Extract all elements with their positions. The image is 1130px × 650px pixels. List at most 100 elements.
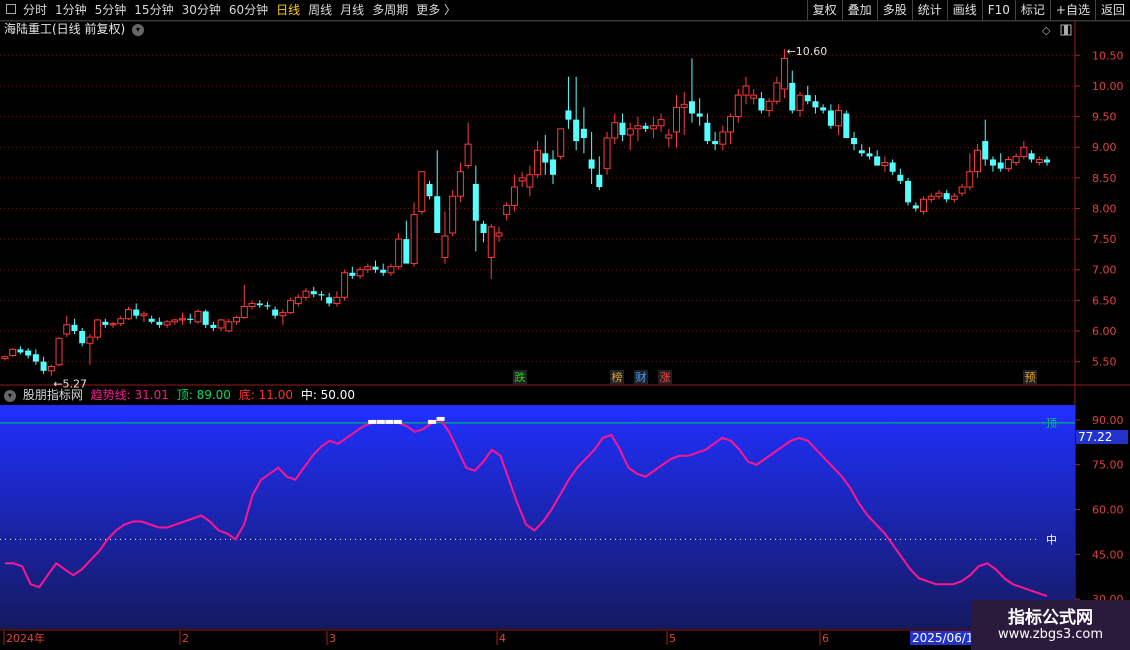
- candle: [665, 134, 673, 139]
- diamond-icon[interactable]: ◇: [1042, 24, 1051, 37]
- candle: [163, 321, 171, 326]
- candle: [712, 141, 719, 145]
- x-tick-label: 5: [669, 632, 676, 645]
- candle: [403, 239, 410, 264]
- bottom-label: 底: 11.00: [238, 388, 293, 402]
- candle: [287, 299, 295, 314]
- candle: [63, 324, 71, 335]
- candle: [696, 113, 703, 117]
- y-tick-label: 8.00: [1092, 202, 1117, 215]
- candle: [734, 94, 742, 118]
- candle: [889, 162, 896, 172]
- candle: [974, 149, 982, 173]
- candle: [812, 101, 819, 108]
- event-marker[interactable]: 跌: [515, 370, 526, 384]
- candle: [950, 195, 958, 200]
- candle: [248, 302, 256, 307]
- top-signal: [376, 419, 385, 424]
- candle: [935, 192, 943, 197]
- candle: [333, 296, 341, 304]
- indicator-background: [0, 405, 1075, 629]
- candle: [503, 204, 511, 216]
- candle: [55, 337, 63, 366]
- candle: [1020, 146, 1028, 157]
- candle: [71, 324, 78, 331]
- candle: [364, 266, 372, 271]
- candle: [171, 319, 179, 323]
- candle: [372, 266, 379, 270]
- candle: [989, 159, 996, 166]
- candle: [518, 177, 526, 182]
- candle: [758, 98, 765, 111]
- y-tick-label: 8.50: [1092, 172, 1117, 185]
- candle: [9, 348, 17, 356]
- event-marker[interactable]: 涨: [660, 371, 671, 384]
- candle: [294, 296, 302, 304]
- candle: [773, 82, 781, 102]
- y-tick-label: 10.00: [1092, 80, 1124, 93]
- trend-label: 趋势线: 31.01: [90, 388, 169, 402]
- ind-y-tick-label: 60.00: [1092, 504, 1124, 517]
- candle: [40, 361, 47, 371]
- candle: [349, 272, 356, 276]
- candle: [827, 110, 834, 126]
- candle: [526, 174, 534, 188]
- candle: [148, 318, 155, 322]
- candle: [117, 318, 125, 325]
- mid-marker-label: 中: [1046, 533, 1057, 546]
- candle: [194, 310, 202, 323]
- candle: [495, 232, 503, 237]
- event-marker[interactable]: 榜: [612, 370, 623, 384]
- candle: [217, 319, 225, 329]
- candle: [565, 110, 572, 120]
- candle: [796, 94, 804, 111]
- candle: [318, 294, 325, 296]
- candle: [673, 106, 681, 133]
- candle: [835, 109, 843, 127]
- candle: [426, 183, 433, 197]
- candle: [1044, 159, 1050, 163]
- candle: [341, 272, 349, 298]
- candle: [487, 226, 495, 258]
- candle: [851, 138, 858, 145]
- ind-y-tick-label: 45.00: [1092, 548, 1124, 561]
- candle: [997, 162, 1004, 169]
- indicator-name: 股朋指标网: [22, 388, 83, 402]
- candle: [449, 195, 457, 234]
- event-marker[interactable]: 预: [1025, 371, 1036, 384]
- candle: [966, 171, 974, 188]
- candle: [1012, 155, 1020, 164]
- chart-area[interactable]: 10.50 10.00 9.50 9.00 8.50 8.00 7.50 7.00 6.50 6.…: [0, 0, 1130, 650]
- candle: [1, 356, 9, 360]
- candle: [1028, 153, 1035, 160]
- candle: [133, 309, 140, 316]
- candle: [704, 122, 711, 142]
- candle: [356, 269, 364, 277]
- candle: [102, 321, 109, 325]
- candle: [79, 330, 86, 344]
- candle: [557, 128, 565, 157]
- candle: [982, 141, 989, 160]
- candle: [958, 186, 966, 194]
- candle: [472, 183, 479, 221]
- x-tick-label: 2: [182, 632, 189, 645]
- candle: [25, 350, 32, 356]
- ind-y-tick-label: 75.00: [1092, 459, 1124, 472]
- candle: [94, 319, 102, 338]
- candle: [804, 95, 811, 102]
- high-price-label: ←10.60: [787, 45, 828, 58]
- candle: [634, 125, 642, 130]
- candle: [680, 103, 688, 108]
- candle: [1035, 158, 1043, 164]
- chevron-down-icon[interactable]: ▾: [4, 389, 16, 402]
- candle: [434, 196, 441, 233]
- candle: [202, 311, 209, 325]
- event-marker[interactable]: 财: [636, 370, 647, 384]
- candle: [156, 321, 163, 325]
- candle: [395, 238, 403, 268]
- candle: [688, 101, 695, 114]
- candle: [233, 317, 241, 323]
- current-value-badge: 77.22: [1076, 430, 1128, 444]
- top-signal: [436, 416, 445, 421]
- candle: [874, 156, 881, 166]
